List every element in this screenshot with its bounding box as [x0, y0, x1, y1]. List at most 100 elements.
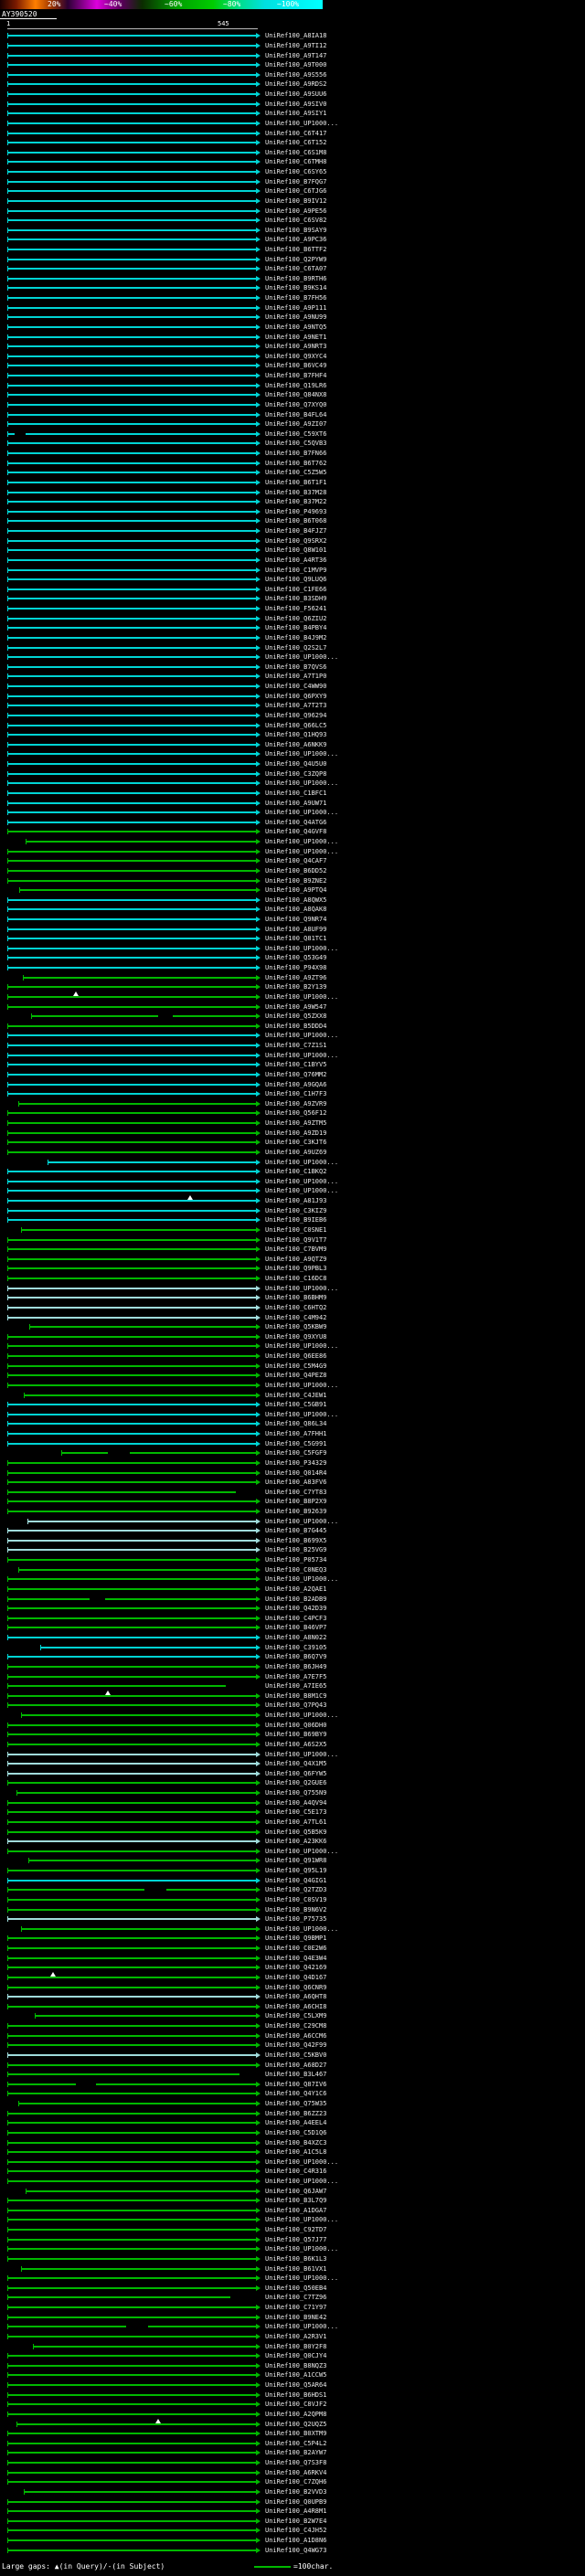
hit-row[interactable]: UniRef100_B7FH56: [0, 293, 585, 303]
hit-label[interactable]: UniRef100_C0E2W6: [265, 1944, 326, 1954]
hit-bar[interactable]: [7, 598, 256, 600]
hit-label[interactable]: UniRef100_B2ADB9: [265, 1594, 326, 1604]
hit-row[interactable]: UniRef100_UP1000...: [0, 1381, 585, 1391]
hit-row[interactable]: UniRef100_Q9PBL3: [0, 1264, 585, 1274]
hit-label[interactable]: UniRef100_UP1000...: [265, 1177, 338, 1187]
hit-label[interactable]: UniRef100_B6K1L3: [265, 2254, 326, 2264]
hit-bar[interactable]: [7, 423, 256, 426]
hit-label[interactable]: UniRef100_A6S2X5: [265, 1740, 326, 1750]
hit-bar[interactable]: [7, 1267, 256, 1270]
hit-label[interactable]: UniRef100_Q6CNR9: [265, 1982, 326, 1992]
hit-bar[interactable]: [7, 1947, 256, 1950]
hit-row[interactable]: UniRef100_A6S2X5: [0, 1740, 585, 1750]
hit-bar[interactable]: [7, 1150, 256, 1153]
hit-row[interactable]: UniRef100_C0NEQ3: [0, 1564, 585, 1574]
hit-row[interactable]: UniRef100_A9QTZ9: [0, 1255, 585, 1265]
hit-bar[interactable]: [7, 1889, 256, 1892]
hit-bar[interactable]: [7, 986, 256, 989]
hit-label[interactable]: UniRef100_C6T417: [265, 128, 326, 138]
hit-row[interactable]: UniRef100_UP1000...: [0, 119, 585, 129]
hit-bar[interactable]: [7, 1511, 256, 1512]
hit-label[interactable]: UniRef100_A2R3V1: [265, 2332, 326, 2342]
hit-row[interactable]: UniRef100_A83FV6: [0, 1478, 585, 1488]
hit-row[interactable]: UniRef100_C16DC8: [0, 1274, 585, 1284]
hit-row[interactable]: UniRef100_P34329: [0, 1458, 585, 1468]
hit-bar[interactable]: [7, 1306, 256, 1309]
hit-label[interactable]: UniRef100_Q84NX8: [265, 390, 326, 400]
hit-row[interactable]: UniRef100_C59XT6: [0, 429, 585, 440]
hit-bar[interactable]: [7, 1034, 256, 1037]
hit-bar[interactable]: [7, 801, 256, 804]
hit-row[interactable]: UniRef100_B9KS14: [0, 283, 585, 293]
hit-row[interactable]: UniRef100_A9P111: [0, 302, 585, 313]
hit-label[interactable]: UniRef100_A8QWX5: [265, 895, 326, 905]
hit-bar[interactable]: [7, 1665, 256, 1668]
hit-label[interactable]: UniRef100_A1C5L8: [265, 2147, 326, 2157]
hit-row[interactable]: UniRef100_B8NQZ3: [0, 2361, 585, 2371]
hit-label[interactable]: UniRef100_Q87IV6: [265, 2079, 326, 2089]
hit-label[interactable]: UniRef100_A8N022: [265, 1633, 326, 1643]
hit-label[interactable]: UniRef100_Q6FYW5: [265, 1769, 326, 1779]
hit-row[interactable]: UniRef100_C1BYV5: [0, 1060, 585, 1070]
hit-label[interactable]: UniRef100_A9ZD19: [265, 1128, 326, 1138]
hit-label[interactable]: UniRef100_C5FGF9: [265, 1448, 326, 1458]
hit-row[interactable]: UniRef100_UP1000...: [0, 1574, 585, 1585]
hit-label[interactable]: UniRef100_B6ZZ23: [265, 2108, 326, 2118]
hit-bar[interactable]: [7, 345, 256, 348]
hit-row[interactable]: UniRef100_B4PBY4: [0, 623, 585, 633]
hit-bar[interactable]: [7, 2179, 256, 2182]
hit-bar[interactable]: [22, 976, 256, 979]
hit-label[interactable]: UniRef100_Q2TZD3: [265, 1885, 326, 1895]
hit-label[interactable]: UniRef100_A9TI12: [265, 41, 326, 51]
hit-label[interactable]: UniRef100_A9T147: [265, 50, 326, 60]
hit-label[interactable]: UniRef100_C5E173: [265, 1807, 326, 1818]
hit-label[interactable]: UniRef100_A9SIV0: [265, 99, 326, 109]
hit-row[interactable]: UniRef100_Q42169: [0, 1963, 585, 1973]
hit-label[interactable]: UniRef100_A7IE65: [265, 1681, 326, 1691]
hit-label[interactable]: UniRef100_C7TZ96: [265, 2293, 326, 2303]
hit-label[interactable]: UniRef100_C8VJF2: [265, 2400, 326, 2410]
hit-row[interactable]: UniRef100_A7E7F5: [0, 1671, 585, 1681]
hit-bar[interactable]: [7, 432, 256, 435]
hit-label[interactable]: UniRef100_A7T1P0: [265, 672, 326, 682]
hit-bar[interactable]: [7, 995, 256, 998]
hit-label[interactable]: UniRef100_Q86L34: [265, 1419, 326, 1429]
hit-label[interactable]: UniRef100_C0SNE1: [265, 1225, 326, 1235]
hit-label[interactable]: UniRef100_C5P4L2: [265, 2439, 326, 2449]
hit-row[interactable]: UniRef100_A4EEL4: [0, 2118, 585, 2128]
hit-bar[interactable]: [7, 1141, 256, 1144]
hit-row[interactable]: UniRef100_A9W547: [0, 1002, 585, 1012]
hit-label[interactable]: UniRef100_A1DGA7: [265, 2206, 326, 2216]
hit-label[interactable]: UniRef100_B0Y2F8: [265, 2341, 326, 2351]
hit-label[interactable]: UniRef100_Q91WR8: [265, 1856, 326, 1866]
hit-bar[interactable]: [7, 763, 256, 766]
hit-label[interactable]: UniRef100_UP1000...: [265, 2322, 338, 2332]
hit-bar[interactable]: [7, 1490, 236, 1493]
hit-label[interactable]: UniRef100_C59XT6: [265, 429, 326, 440]
hit-row[interactable]: UniRef100_Q2PYW9: [0, 254, 585, 264]
hit-bar[interactable]: [7, 860, 256, 863]
hit-bar[interactable]: [7, 2112, 256, 2115]
hit-bar[interactable]: [7, 558, 256, 561]
hit-bar[interactable]: [7, 831, 256, 833]
hit-label[interactable]: UniRef100_P05734: [265, 1555, 326, 1565]
hit-row[interactable]: UniRef100_A9GQA6: [0, 1079, 585, 1089]
hit-bar[interactable]: [7, 2412, 256, 2415]
hit-label[interactable]: UniRef100_UP1000...: [265, 1711, 338, 1721]
hit-label[interactable]: UniRef100_C3KIZ9: [265, 1205, 326, 1215]
hit-label[interactable]: UniRef100_Q4Y1C6: [265, 2089, 326, 2099]
hit-bar[interactable]: [7, 413, 256, 416]
hit-label[interactable]: UniRef100_Q6EE86: [265, 1352, 326, 1362]
hit-row[interactable]: UniRef100_C5KBV0: [0, 2051, 585, 2061]
hit-row[interactable]: UniRef100_UP1000...: [0, 2244, 585, 2254]
hit-row[interactable]: UniRef100_C6SY65: [0, 167, 585, 177]
hit-row[interactable]: UniRef100_B6K1L3: [0, 2254, 585, 2264]
hit-row[interactable]: UniRef100_Q7XYQ0: [0, 400, 585, 410]
hit-label[interactable]: UniRef100_Q4GIG1: [265, 1875, 326, 1885]
hit-bar[interactable]: [7, 2510, 256, 2513]
hit-bar[interactable]: [7, 297, 256, 300]
hit-label[interactable]: UniRef100_C5LXM9: [265, 2011, 326, 2021]
hit-row[interactable]: UniRef100_B9RTH6: [0, 274, 585, 284]
hit-bar[interactable]: [7, 44, 256, 47]
hit-row[interactable]: UniRef100_B92639: [0, 1507, 585, 1517]
